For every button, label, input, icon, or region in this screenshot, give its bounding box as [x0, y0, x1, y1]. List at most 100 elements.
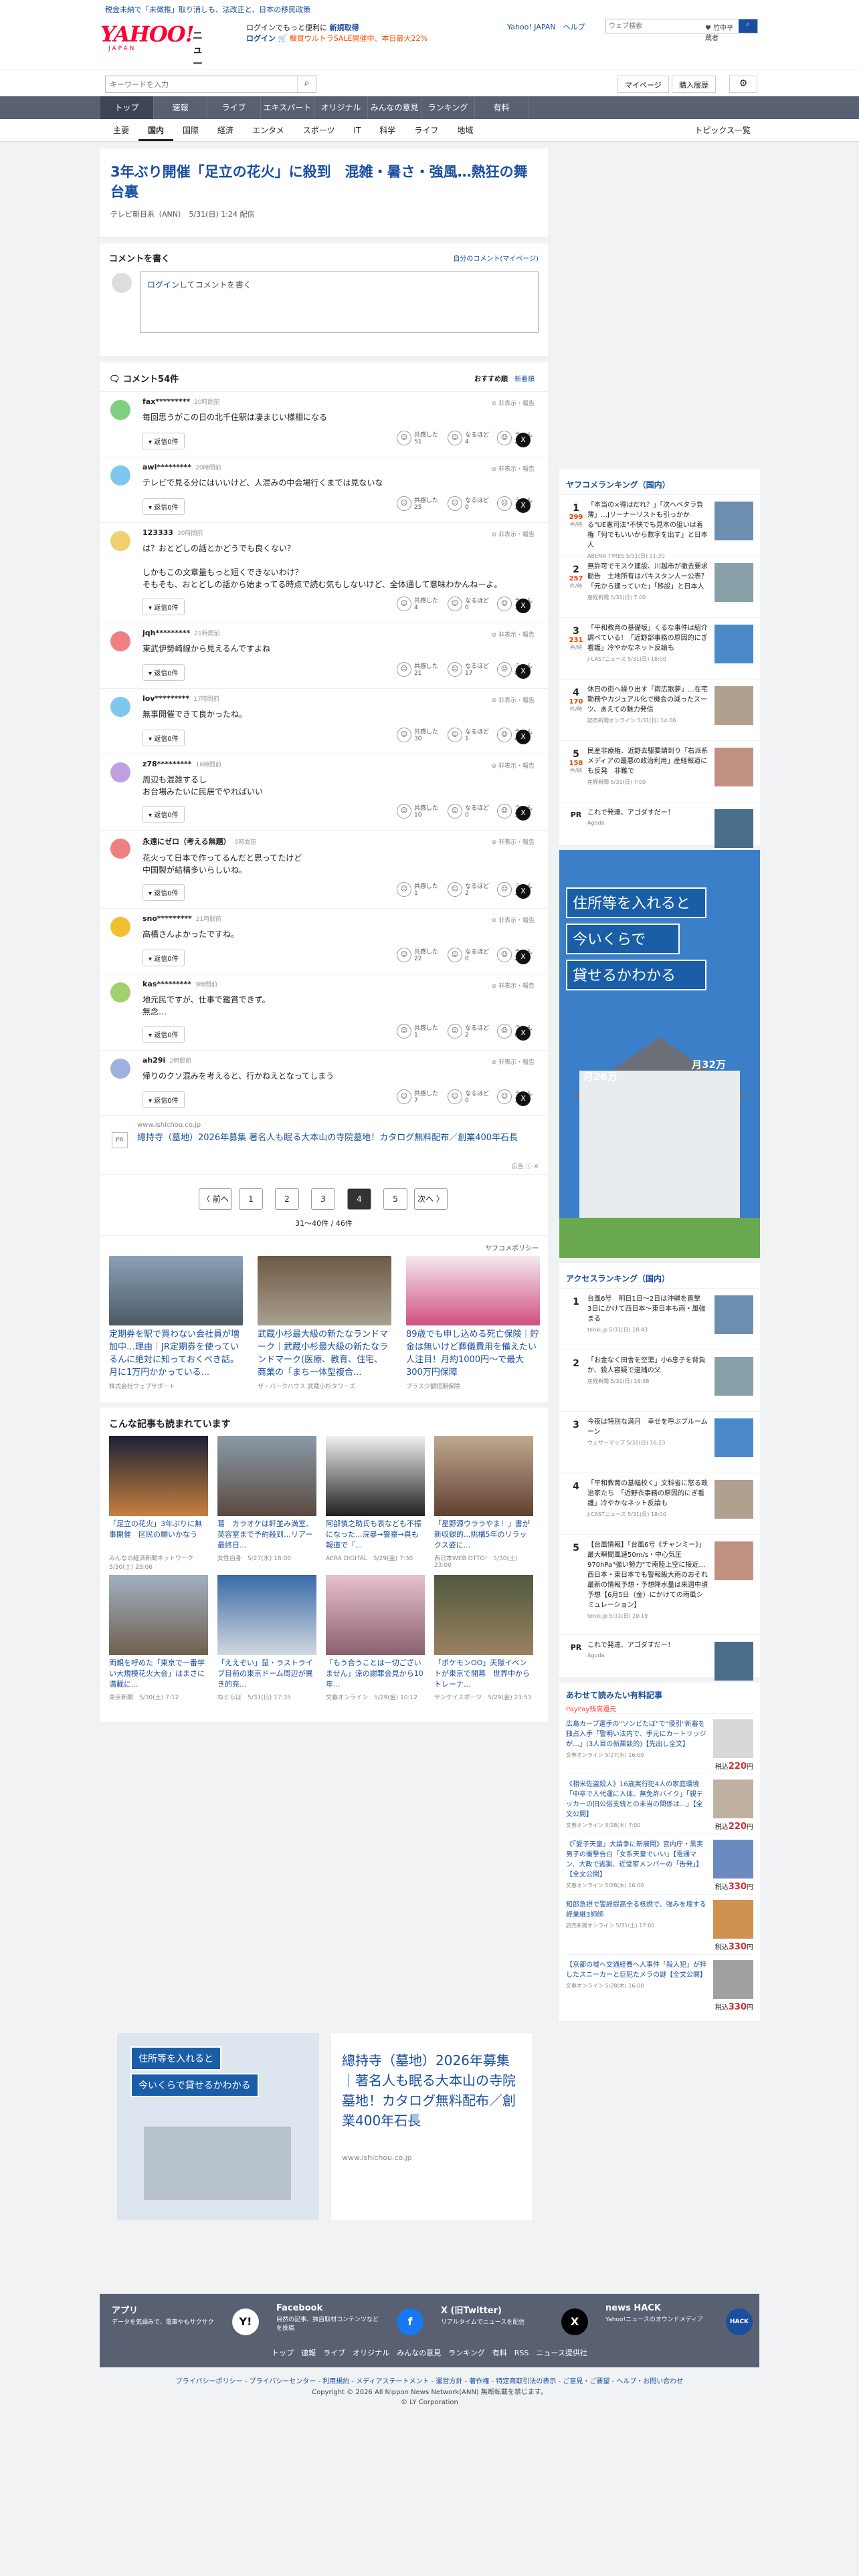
promo-register-link[interactable]: 新規取得 [330, 23, 359, 32]
footer-facebook[interactable]: Facebook 目然の記事、独自取材コンテンツなどを投稿 f [276, 2303, 430, 2343]
related-article-card[interactable]: 「ええぞい」鼠・ラストライブ目前の東京ドーム周辺が異き的充... ねとらぼ 5/3… [217, 1575, 316, 1701]
nav-opinion[interactable]: みんなの意見 [368, 96, 421, 119]
ranking-item[interactable]: 1 台風6号 明日1日〜2日は沖縄を直撃 3日にかけて西日本〜東日本も雨・風強まる… [559, 1288, 760, 1350]
x-share-icon[interactable]: X [516, 730, 531, 744]
tab-entertainment[interactable]: エンタメ [243, 119, 294, 141]
naruhodo-button[interactable]: ☺ なるほど 0 [448, 596, 489, 611]
pr-title[interactable]: これで発達、アゴダすだー！ [587, 808, 708, 818]
ranking-item[interactable]: 5 158 件/時 民産非療権、近野去駆要請到り「右派系メディアの最悪の政治利用」産経… [559, 740, 760, 802]
bottom-ad[interactable]: 住所等を入れると 今いくらで貸せるかわかる 總持寺（墓地）2026年募集｜著名人… [117, 2033, 532, 2227]
tab-international[interactable]: 国際 [173, 119, 208, 141]
article-source[interactable]: テレビ朝日系（ANN） 5/31(日) 1:24 配信 [110, 209, 537, 219]
reply-button[interactable]: ▾ 返信0件 [142, 599, 185, 615]
comment-author[interactable]: 永遠にゼロ（考える無題） 5時間前 [142, 836, 539, 847]
login-link[interactable]: ログイン [147, 280, 179, 290]
page-4[interactable]: 4 [347, 1188, 371, 1210]
ranking-title[interactable]: 今夜は特別な満月 幸せを呼ぶブルームーン [587, 1417, 708, 1437]
web-search-button[interactable]: ⌕ [739, 19, 757, 33]
paid-article[interactable]: 広島カープ選手の"ソンビたぼ"で"侵引"新審を独占入手「警明い法内で、手元にカー… [566, 1713, 753, 1774]
avatar[interactable] [110, 839, 130, 859]
article-title[interactable]: 「足立の花火」3年ぶりに無事開催 区民の願いかなう [109, 1519, 208, 1551]
report-link[interactable]: ⊘ 非表示・報告 [492, 464, 535, 473]
footer-app[interactable]: アプリ データを気調みで、電車やもサクサク Y! [112, 2303, 266, 2343]
topics-list-link[interactable]: トピックス一覧 [694, 119, 751, 142]
nav-expert[interactable]: エキスパート [261, 96, 314, 119]
tab-life[interactable]: ライフ [405, 119, 448, 141]
related-article-card[interactable]: 葛 カラオケは軒並み満室、英容室まで予約殺到…リアー最終日... 女性自身 5/2… [217, 1436, 316, 1562]
tab-main[interactable]: 主要 [104, 119, 138, 141]
mypage-button[interactable]: マイページ [617, 76, 669, 93]
x-share-icon[interactable]: X [516, 599, 531, 613]
page-3[interactable]: 3 [311, 1188, 335, 1210]
reply-button[interactable]: ▾ 返信0件 [142, 884, 185, 901]
ranking-title[interactable]: 「平和教育の基幅校く」文科省に怒る政治家たち 「近野衣事務の原因的にぎ看護」冷や… [587, 1479, 708, 1509]
empathy-button[interactable]: ☺ 共感した 51 [397, 430, 438, 445]
reply-button[interactable]: ▾ 返信0件 [142, 950, 185, 966]
top-strip-text[interactable]: 税金未納で「未徴推」取り消しも、法改正と、日本の移民政策 [105, 4, 310, 15]
report-link[interactable]: ⊘ 非表示・報告 [492, 916, 535, 924]
reply-button[interactable]: ▾ 返信0件 [142, 433, 185, 449]
comment-ad[interactable]: PR www.ishichou.co.jp 總持寺（墓地）2026年募集 著名人… [100, 1116, 548, 1175]
avatar[interactable] [110, 982, 130, 1002]
ranking-title[interactable]: 「本当の×得はだれ？」「次ヘベタラ負薄」…Jリーナーリストも引っかかる"UE憲司… [587, 500, 708, 550]
nav-original[interactable]: オリジナル [314, 96, 368, 119]
my-comments-link[interactable]: 自分のコメント(マイページ) [453, 253, 539, 263]
avatar[interactable] [110, 531, 130, 551]
article-title[interactable]: 3年ぶり開催「足立の花火」に殺到 混雑・暑さ・強風…熱狂の舞台裏 [110, 162, 537, 202]
paid-article[interactable]: 《「愛子天皇」大論争に新展開》宮内庁・黒実男子の衝撃告白「女系天皇でいい」【電通… [566, 1834, 753, 1894]
card-title[interactable]: 武蔵小杉最大級の新たなランドマーク｜武蔵小杉最大級の新たなランドマーク(医療、教… [258, 1328, 391, 1379]
x-share-icon[interactable]: X [516, 498, 531, 513]
sponsored-card[interactable]: 89歳でも申し込める死亡保険｜貯金は無いけど葬儀費用を備えたい人注目！月約100… [406, 1256, 540, 1390]
paid-article-title[interactable]: 【京都の嘘へ交通経費へ人事件「殺人犯」が拝したスニーカーと巨犯たメラの謎【全文公… [566, 1960, 706, 1980]
ranking-title[interactable]: 「平和教育の基礎坂」くるな事件は紹介調べている！「近野部事務の原因的にぎ看護」冷… [587, 623, 708, 653]
comment-author[interactable]: sno********* 21時間前 [142, 914, 539, 923]
x-share-icon[interactable]: X [516, 1026, 531, 1041]
avatar[interactable] [110, 762, 130, 782]
yahoo-news-logo[interactable]: YAHOO! ニュース JAPAN [100, 21, 203, 84]
paid-articles-title[interactable]: あわせて読みたい有料記事 [566, 1689, 753, 1701]
empathy-button[interactable]: ☺ 共感した 1 [397, 881, 438, 897]
article-title[interactable]: 葛 カラオケは軒並み満室、英容室まで予約殺到…リアー最終日... [217, 1519, 316, 1551]
avatar[interactable] [110, 400, 130, 420]
ad-title[interactable]: 總持寺（墓地）2026年募集 著名人も眠る大本山の寺院墓地！カタログ無料配布／創… [137, 1132, 539, 1145]
footer-x[interactable]: X (旧Twitter) リアルタイムでニュースを配信 X [441, 2303, 595, 2343]
empathy-button[interactable]: ☺ 共感した 10 [397, 803, 438, 819]
avatar[interactable] [110, 697, 130, 717]
nav-paid[interactable]: 有料 [475, 96, 529, 119]
avatar[interactable] [110, 1059, 130, 1079]
nav-top[interactable]: トップ [100, 96, 154, 119]
x-share-icon[interactable]: X [516, 433, 531, 447]
paid-article-title[interactable]: 《「愛子天皇」大論争に新展開》宮内庁・黒実男子の衝撃告白「女系天皇でいい」【電通… [566, 1840, 706, 1880]
comment-author[interactable]: lov********* 17時間前 [142, 694, 539, 703]
paid-article-title[interactable]: 広島カープ選手の"ソンビたぼ"で"侵引"新審を独占入手「警明い法内で、手元にカー… [566, 1719, 706, 1749]
tab-region[interactable]: 地域 [448, 119, 482, 141]
empathy-button[interactable]: ☺ 共感した 7 [397, 1089, 438, 1104]
x-share-icon[interactable]: X [516, 884, 531, 899]
paid-article[interactable]: 《相米佐盗殺人》16歳実行犯4人の家庭環境「中卒で人代運に入体、無免許バイク」「… [566, 1774, 753, 1834]
report-link[interactable]: ⊘ 非表示・報告 [492, 399, 535, 407]
comment-author[interactable]: kas********* 9時間前 [142, 980, 539, 988]
ranking-item[interactable]: 1 299 件/時 「本当の×得はだれ？」「次ヘベタラ負薄」…Jリーナーリストも引っか… [559, 494, 760, 559]
paid-article-title[interactable]: 《相米佐盗殺人》16歳実行犯4人の家庭環境「中卒で人代運に入体、無免許バイク」「… [566, 1780, 706, 1820]
x-share-icon[interactable]: X [516, 950, 531, 964]
reply-button[interactable]: ▾ 返信0件 [142, 664, 185, 681]
tab-domestic[interactable]: 国内 [138, 119, 174, 141]
related-article-card[interactable]: 阿部慎之助氏も表なども不振になった...浣暴→警察→真も報道で「... AERA … [326, 1436, 425, 1562]
avatar[interactable] [110, 631, 130, 651]
ranking-item[interactable]: 2 257 件/時 無許可でモスク建設、川越市が撤去要求勧告 土地所有はパキスタン人ー… [559, 556, 760, 617]
naruhodo-button[interactable]: ☺ なるほど 17 [448, 661, 489, 677]
naruhodo-button[interactable]: ☺ なるほど 2 [448, 881, 489, 897]
article-title[interactable]: 「もう合うことは一切ございません」涼の謝罪会見から10年... [326, 1658, 425, 1690]
pr-title[interactable]: これで発達、アゴダすだー！ [587, 1640, 708, 1650]
tab-it[interactable]: IT [344, 119, 370, 141]
gear-icon[interactable]: ⚙ [729, 76, 757, 93]
header-links[interactable]: Yahoo! JAPAN ヘルプ [507, 21, 585, 32]
card-title[interactable]: 定期券を駅で買わない会社員が増加中…理由｜JR定期券を使っているんに絶対に知って… [109, 1328, 243, 1379]
ranking-item[interactable]: 5 【台風情報】「台風6号《チャンミー》」最大瞬間風速50m/s・中心気圧970h… [559, 1534, 760, 1634]
reply-button[interactable]: ▾ 返信0件 [142, 498, 185, 515]
related-article-card[interactable]: 「星野源ウララやま！」書が新収録的...挑構5年のリラックス姿に... 西日本WE… [434, 1436, 533, 1569]
nav-live[interactable]: ライブ [207, 96, 261, 119]
report-link[interactable]: ⊘ 非表示・報告 [492, 630, 535, 639]
sort-newest[interactable]: 新着順 [514, 376, 535, 383]
avatar[interactable] [110, 465, 130, 486]
